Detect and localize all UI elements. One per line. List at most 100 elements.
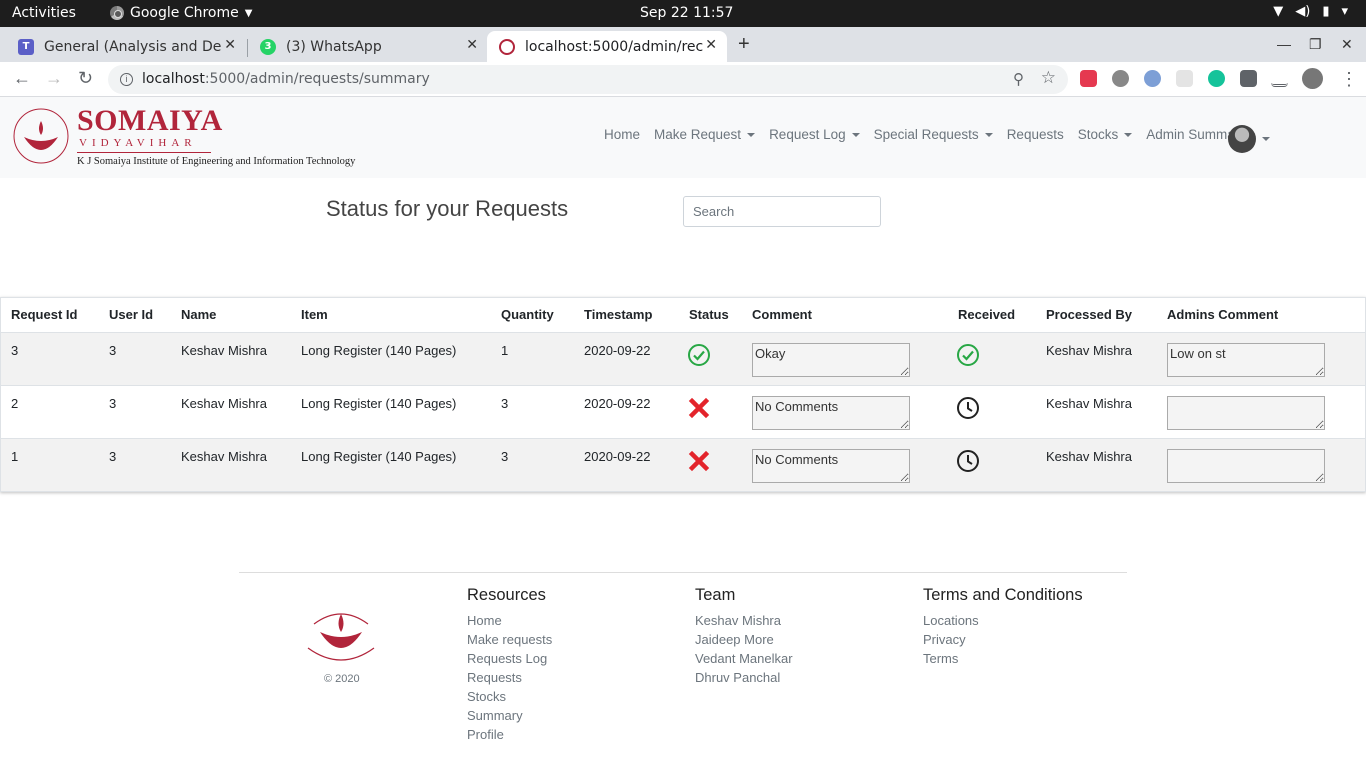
bug-extension-icon[interactable] (1112, 70, 1129, 87)
col-header[interactable]: Received (948, 298, 1036, 333)
blue-extension-icon[interactable] (1144, 70, 1161, 87)
cell-item: Long Register (140 Pages) (291, 384, 491, 438)
cell-request-id: 3 (1, 331, 99, 385)
col-header[interactable]: Processed By (1036, 298, 1157, 333)
info-icon[interactable]: i (120, 73, 133, 86)
admins-comment-field[interactable] (1167, 395, 1325, 430)
reload-icon[interactable]: ↻ (78, 68, 93, 89)
comment-field[interactable]: No Comments (752, 395, 910, 430)
cell-item: Long Register (140 Pages) (291, 331, 491, 385)
col-header[interactable]: Admins Comment (1157, 298, 1365, 333)
cell-processed-by: Keshav Mishra (1036, 331, 1157, 385)
tab-localhost[interactable]: localhost:5000/admin/rec ✕ (487, 31, 727, 62)
volume-icon: ◀) (1295, 4, 1311, 19)
cell-status (679, 384, 742, 438)
admins-comment-field[interactable] (1167, 448, 1325, 483)
close-icon[interactable]: ✕ (224, 37, 236, 53)
close-icon[interactable]: ✕ (705, 37, 717, 53)
col-header[interactable]: Comment (742, 298, 948, 333)
cell-admins-comment (1157, 384, 1365, 438)
cell-received (948, 384, 1036, 438)
forward-icon[interactable]: → (45, 68, 63, 89)
cell-processed-by: Keshav Mishra (1036, 384, 1157, 438)
nav-request-log[interactable]: Request Log (769, 127, 860, 142)
footer-link-member[interactable]: Keshav Mishra (695, 611, 793, 630)
footer-link-privacy[interactable]: Privacy (923, 630, 1083, 649)
brand-name: SOMAIYA (77, 104, 223, 137)
col-header[interactable]: User Id (99, 298, 171, 333)
app-menu[interactable]: Google Chrome ▼ (110, 5, 252, 21)
close-window-icon[interactable]: ✕ (1341, 36, 1353, 53)
extensions-puzzle-icon[interactable] (1240, 70, 1257, 87)
footer-link-locations[interactable]: Locations (923, 611, 1083, 630)
cell-comment: No Comments (742, 437, 948, 491)
col-header[interactable]: Status (679, 298, 742, 333)
cell-user-id: 3 (99, 331, 171, 385)
address-bar[interactable]: i localhost:5000/admin/requests/summary … (108, 65, 1068, 94)
minimize-icon[interactable]: — (1277, 36, 1291, 52)
restore-icon[interactable]: ❐ (1309, 36, 1322, 53)
cell-admins-comment (1157, 437, 1365, 491)
grid-extension-icon[interactable] (1176, 70, 1193, 87)
col-header[interactable]: Timestamp (574, 298, 679, 333)
back-icon[interactable]: ← (13, 68, 31, 89)
nav-special-requests[interactable]: Special Requests (874, 127, 993, 142)
cell-timestamp: 2020-09-22 (574, 437, 679, 491)
tab-whatsapp[interactable]: 3 (3) WhatsApp ✕ (260, 31, 488, 62)
cell-user-id: 3 (99, 437, 171, 491)
footer-link-member[interactable]: Vedant Manelkar (695, 649, 793, 668)
admins-comment-field[interactable]: Low on st (1167, 342, 1325, 377)
tab-teams[interactable]: T General (Analysis and Des ✕ (18, 31, 246, 62)
nav-home[interactable]: Home (604, 127, 640, 142)
cell-request-id: 1 (1, 437, 99, 491)
footer-link-requests[interactable]: Requests (467, 668, 552, 687)
footer-link-profile[interactable]: Profile (467, 725, 552, 744)
col-header[interactable]: Name (171, 298, 291, 333)
system-tray[interactable]: ▼ ◀) ▮ ▾ (1273, 4, 1348, 19)
whatsapp-icon: 3 (260, 38, 276, 55)
cell-quantity: 1 (491, 331, 574, 385)
footer-link-member[interactable]: Jaideep More (695, 630, 793, 649)
profile-avatar-icon[interactable] (1302, 68, 1323, 89)
received-check-icon[interactable] (956, 343, 980, 367)
footer-link-requests-log[interactable]: Requests Log (467, 649, 552, 668)
footer-link-stocks[interactable]: Stocks (467, 687, 552, 706)
comment-field[interactable]: No Comments (752, 448, 910, 483)
pocket-extension-icon[interactable] (1080, 70, 1097, 87)
new-tab-icon[interactable]: + (738, 33, 750, 56)
footer-link-member[interactable]: Dhruv Panchal (695, 668, 793, 687)
tab-title: General (Analysis and Des (44, 38, 222, 55)
cell-request-id: 2 (1, 384, 99, 438)
activities-button[interactable]: Activities (12, 5, 76, 21)
comment-field[interactable]: Okay (752, 342, 910, 377)
chevron-down-icon: ▾ (1341, 4, 1348, 19)
footer-link-summary[interactable]: Summary (467, 706, 552, 725)
nav-requests[interactable]: Requests (1007, 127, 1064, 142)
footer-link-terms[interactable]: Terms (923, 649, 1083, 668)
nav-stocks[interactable]: Stocks (1078, 127, 1133, 142)
zoom-icon[interactable]: ⚲ (1013, 70, 1024, 88)
col-header[interactable]: Quantity (491, 298, 574, 333)
footer-link-home[interactable]: Home (467, 611, 552, 630)
search-input[interactable] (683, 196, 881, 227)
user-avatar[interactable] (1228, 125, 1256, 153)
pending-clock-icon[interactable] (956, 396, 980, 420)
nav-make-request[interactable]: Make Request (654, 127, 755, 142)
tab-divider (247, 39, 248, 57)
rejected-cross-icon (688, 450, 710, 471)
bookmark-star-icon[interactable]: ☆ (1041, 68, 1056, 88)
chevron-down-icon[interactable] (1262, 137, 1270, 141)
pending-clock-icon[interactable] (956, 449, 980, 473)
close-icon[interactable]: ✕ (466, 37, 478, 53)
col-header[interactable]: Request Id (1, 298, 99, 333)
url-text[interactable]: localhost:5000/admin/requests/summary (142, 71, 430, 87)
cell-timestamp: 2020-09-22 (574, 384, 679, 438)
clock[interactable]: Sep 22 11:57 (640, 5, 733, 21)
footer-link-make-requests[interactable]: Make requests (467, 630, 552, 649)
cell-status (679, 437, 742, 491)
grammarly-extension-icon[interactable] (1208, 70, 1225, 87)
media-control-icon[interactable] (1271, 70, 1288, 87)
col-header[interactable]: Item (291, 298, 491, 333)
kebab-menu-icon[interactable]: ⋮ (1340, 69, 1358, 90)
somaiya-logo-icon[interactable] (12, 107, 70, 165)
